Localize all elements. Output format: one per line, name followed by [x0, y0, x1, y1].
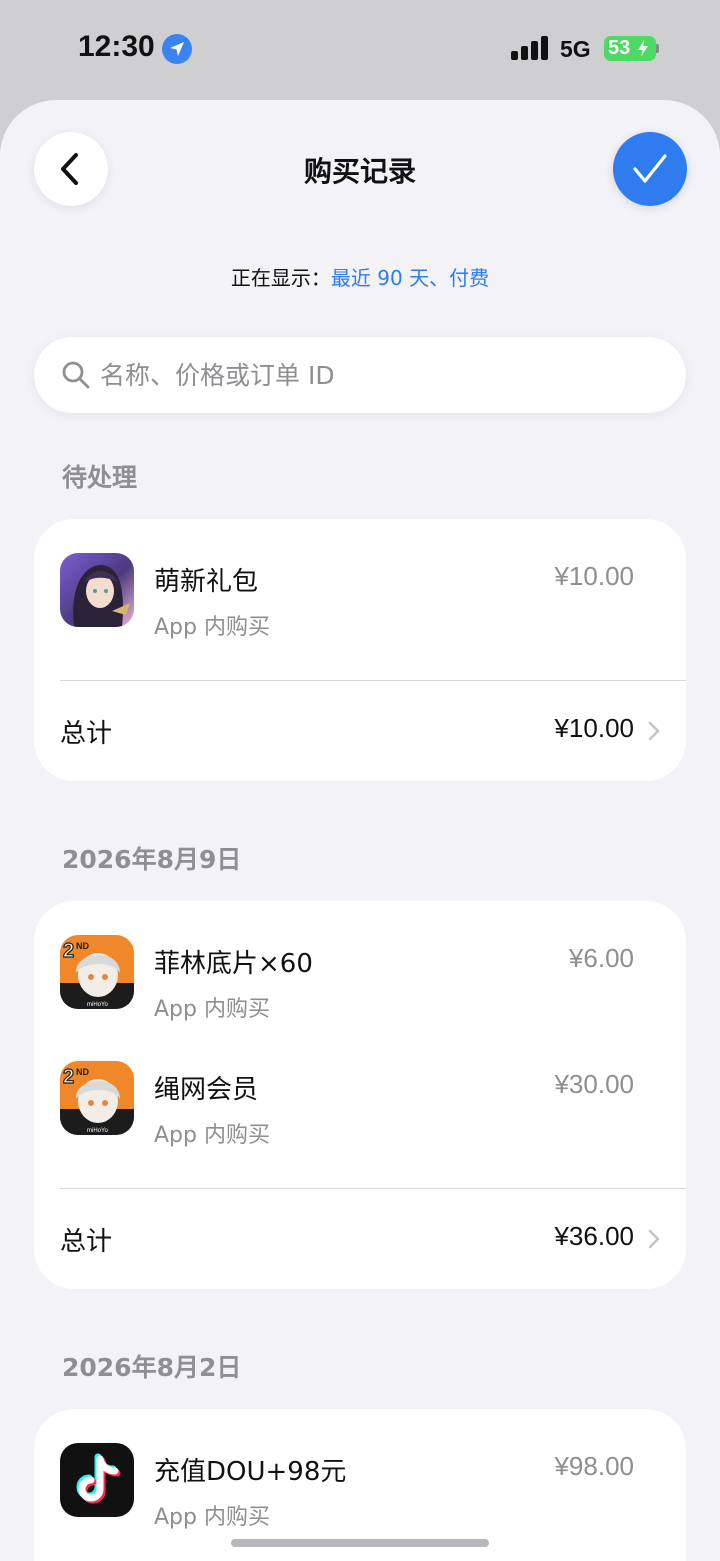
section-header-date: 2026年8月9日: [62, 845, 242, 874]
svg-text:2: 2: [63, 1066, 74, 1088]
item-price: ¥98.00: [554, 1451, 634, 1481]
filter-summary: 正在显示：最近 90 天、付费: [0, 262, 720, 291]
chevron-right-icon: [648, 721, 660, 741]
total-label: 总计: [60, 1227, 113, 1257]
checkmark-icon: [633, 154, 667, 183]
tiktok-app-icon: [60, 1443, 134, 1517]
filter-prefix: 正在显示：: [230, 266, 331, 290]
item-price: ¥30.00: [554, 1069, 634, 1099]
total-value: ¥36.00: [554, 1221, 634, 1251]
zenless-app-icon: 2 ND miHoYo: [60, 1061, 134, 1135]
battery-level: 53: [608, 37, 631, 59]
status-bar: 12:30 5G 53: [0, 0, 720, 100]
anime-character-app-icon: [60, 553, 134, 627]
purchase-item[interactable]: 2 ND miHoYo 菲林底片×60 App 内购买 ¥6.00: [34, 935, 686, 1035]
purchase-item[interactable]: 萌新礼包 App 内购买 ¥10.00: [34, 553, 686, 653]
item-type: App 内购买: [154, 615, 270, 640]
total-label: 总计: [60, 719, 113, 749]
search-bar[interactable]: [34, 337, 686, 413]
filter-link[interactable]: 最近 90 天、付费: [331, 266, 489, 290]
network-type: 5G: [560, 36, 591, 62]
search-input[interactable]: [100, 351, 660, 399]
purchase-history-sheet: 购买记录 正在显示：最近 90 天、付费 待处理: [0, 100, 720, 1561]
search-icon: [62, 361, 90, 389]
cellular-signal-icon: [511, 36, 549, 60]
location-arrow-icon: [162, 34, 192, 64]
section-header-date: 2026年8月2日: [62, 1353, 242, 1382]
purchase-item[interactable]: 2 ND miHoYo 绳网会员 App 内购买 ¥30.00: [34, 1061, 686, 1161]
total-row[interactable]: 总计 ¥10.00: [34, 681, 686, 781]
zenless-app-icon: 2 ND miHoYo: [60, 935, 134, 1009]
done-button[interactable]: [613, 132, 687, 206]
item-type: App 内购买: [154, 1123, 270, 1148]
item-type: App 内购买: [154, 997, 270, 1022]
battery-icon: 53: [604, 36, 659, 61]
item-name: 菲林底片×60: [154, 949, 313, 979]
item-price: ¥10.00: [554, 561, 634, 591]
page-title: 购买记录: [303, 155, 416, 188]
total-row[interactable]: 总计 ¥36.00: [34, 1189, 686, 1289]
item-name: 充值DOU+98元: [154, 1457, 347, 1487]
purchase-card-pending: 萌新礼包 App 内购买 ¥10.00 总计 ¥10.00: [34, 519, 686, 781]
item-price: ¥6.00: [568, 943, 634, 973]
section-header-pending: 待处理: [62, 463, 138, 492]
item-type: App 内购买: [154, 1505, 270, 1530]
home-indicator[interactable]: [231, 1539, 489, 1547]
chevron-right-icon: [648, 1229, 660, 1249]
svg-text:ND: ND: [76, 941, 89, 951]
purchase-card-aug-9: 2 ND miHoYo 菲林底片×60 App 内购买 ¥6.00 2 ND m…: [34, 901, 686, 1289]
total-value: ¥10.00: [554, 713, 634, 743]
item-name: 绳网会员: [154, 1075, 259, 1105]
svg-text:ND: ND: [76, 1067, 89, 1077]
purchase-item[interactable]: 充值DOU+98元 App 内购买 ¥98.00: [34, 1443, 686, 1543]
status-time: 12:30: [78, 30, 155, 63]
svg-text:miHoYo: miHoYo: [87, 1002, 108, 1008]
svg-text:miHoYo: miHoYo: [87, 1128, 108, 1134]
item-name: 萌新礼包: [154, 567, 259, 597]
svg-text:2: 2: [63, 940, 74, 962]
